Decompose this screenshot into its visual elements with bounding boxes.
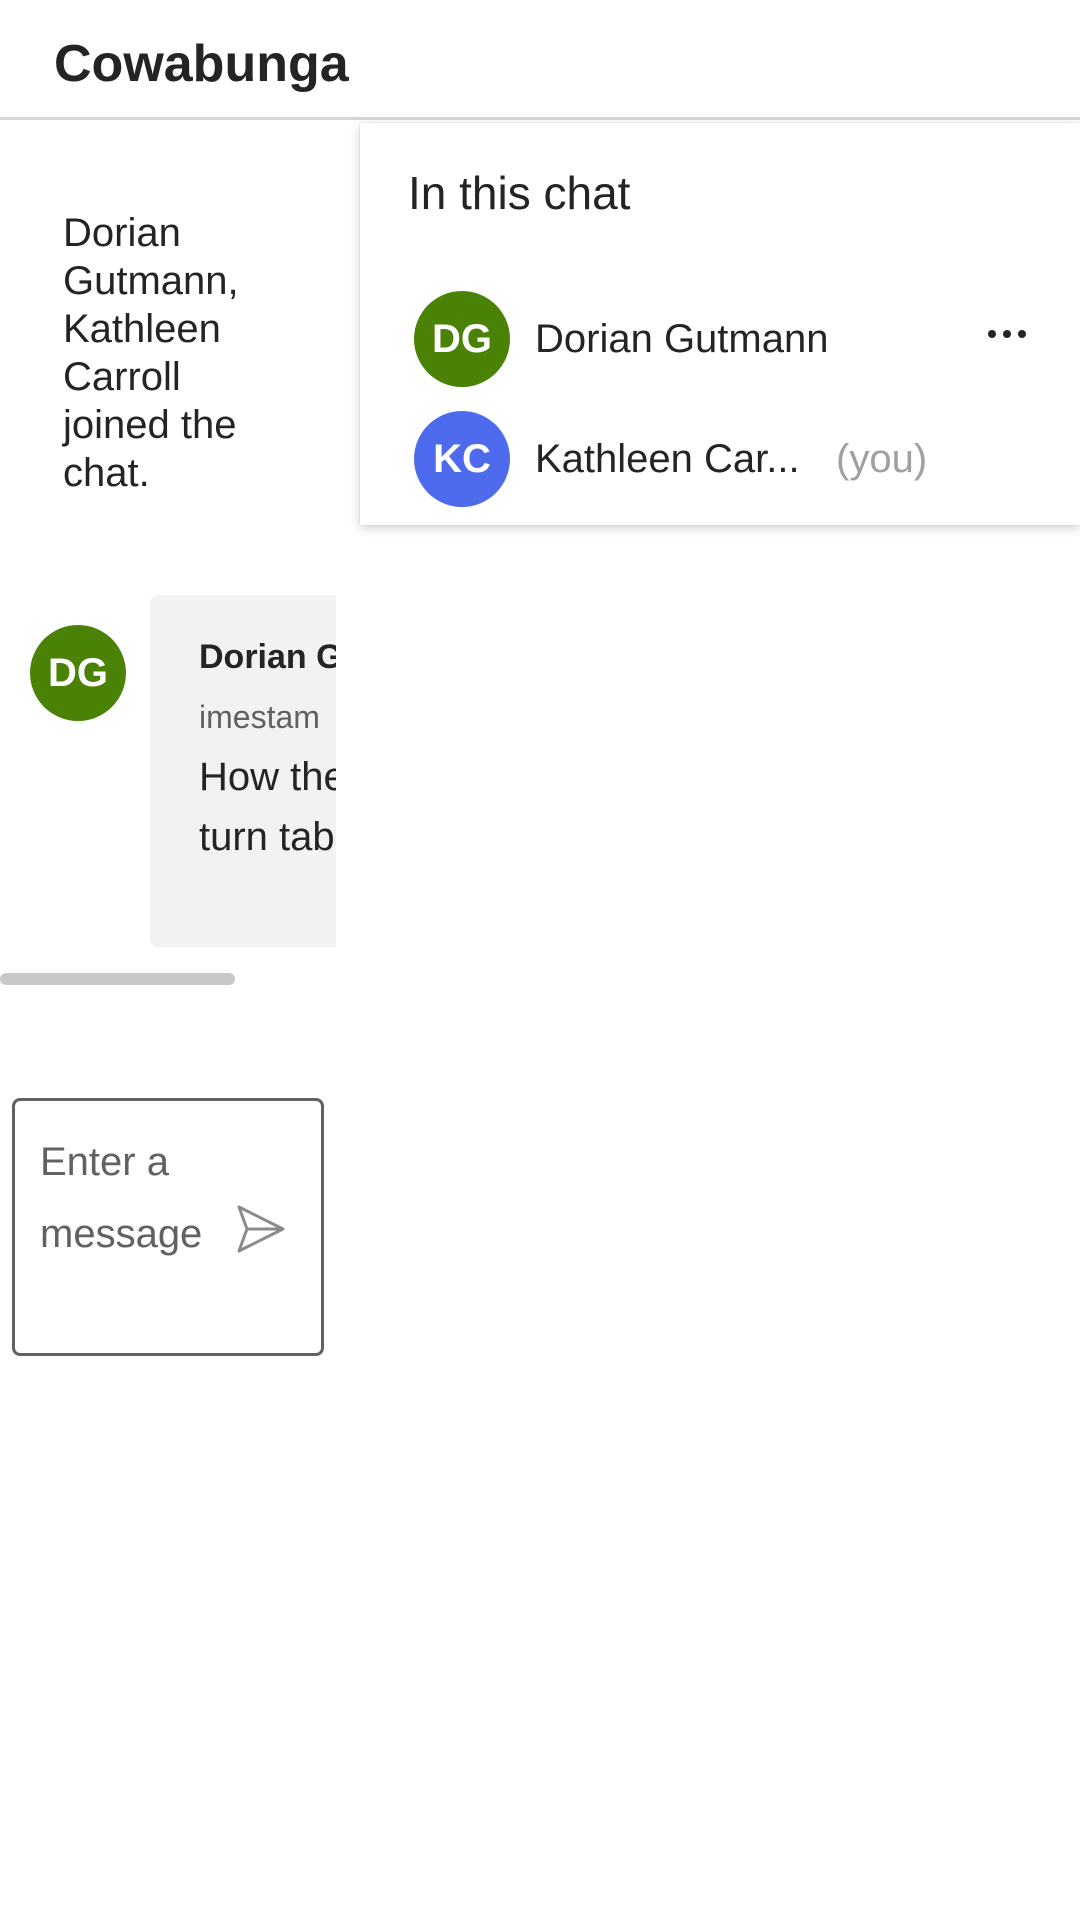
avatar: DG <box>414 291 510 387</box>
message-input[interactable]: Enter a message <box>40 1126 230 1270</box>
panel-title: In this chat <box>408 167 631 219</box>
chat-title: Cowabunga <box>54 35 349 93</box>
message-composer[interactable]: Enter a message <box>12 1098 324 1356</box>
message-bubble[interactable]: Dorian Gutmann imestam How the turn tab <box>150 595 336 947</box>
avatar: DG <box>30 625 126 721</box>
participant-name: Dorian Gutmann <box>535 317 829 361</box>
participant-item[interactable]: KC Kathleen Car... (you) <box>360 403 1080 513</box>
system-message: Dorian Gutmann, Kathleen Carroll joined … <box>63 211 239 495</box>
participants-panel: In this chat DG Dorian Gutmann KC Kathle… <box>360 123 1080 525</box>
message-sender: Dorian Gutmann <box>199 638 336 676</box>
horizontal-scrollbar[interactable] <box>0 973 235 985</box>
message-timestamp: imestam <box>199 699 320 735</box>
more-options-icon[interactable] <box>970 297 1044 371</box>
message-text: How the turn tab <box>199 755 336 859</box>
send-icon[interactable] <box>233 1201 289 1257</box>
chat-message-pane[interactable]: Dorian Gutmann, Kathleen Carroll joined … <box>0 123 336 1920</box>
avatar: KC <box>414 411 510 507</box>
participant-item[interactable]: DG Dorian Gutmann <box>360 283 1080 393</box>
chat-header: Cowabunga <box>0 0 1080 120</box>
you-label: (you) <box>836 437 928 481</box>
participant-name: Kathleen Car... <box>535 437 800 481</box>
